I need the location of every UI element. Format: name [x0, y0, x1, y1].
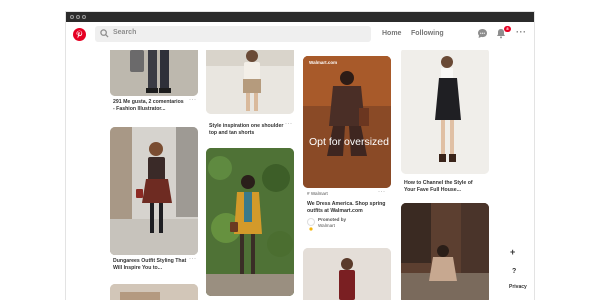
link-icon: #	[307, 191, 310, 196]
promoted-brand-tag: Walmart.com	[309, 60, 338, 65]
pin-more-options-icon[interactable]: ···	[378, 189, 386, 195]
window-close-dot[interactable]	[70, 15, 74, 19]
promoted-by-label: Promoted by	[318, 217, 347, 222]
window-zoom-dot[interactable]	[82, 15, 86, 19]
messages-icon[interactable]	[477, 28, 488, 39]
pin-grid: 291 Me gusta, 2 comentarios - Fashion Il…	[66, 50, 534, 300]
privacy-link[interactable]: Privacy	[509, 284, 527, 290]
promoted-source[interactable]: # Walmart	[307, 191, 328, 196]
pin-more-options-icon[interactable]: ···	[189, 256, 197, 262]
promoted-title[interactable]: We Dress America. Shop spring outfits at…	[307, 201, 385, 214]
help-button[interactable]: ?	[512, 268, 516, 275]
top-header: Search Home Following 8 ···	[66, 22, 534, 50]
promoted-overlay-text: Opt for oversized	[309, 136, 389, 148]
pin-image-red-top[interactable]	[303, 248, 391, 300]
pin-more-options-icon[interactable]: ···	[285, 121, 293, 127]
pinterest-logo-icon[interactable]	[73, 28, 86, 41]
search-icon	[100, 29, 109, 38]
pin-image-yellow-cardigan[interactable]	[206, 148, 294, 296]
search-input[interactable]: Search	[95, 26, 371, 42]
notification-count-badge: 8	[504, 26, 511, 32]
pin-image-partial[interactable]	[110, 284, 198, 300]
pin-more-options-icon[interactable]: ···	[189, 97, 197, 103]
add-pin-button[interactable]: +	[510, 247, 515, 257]
pin-image-one-shoulder-top[interactable]	[206, 50, 294, 114]
window-minimize-dot[interactable]	[76, 15, 80, 19]
pin-title[interactable]: 291 Me gusta, 2 comentarios - Fashion Il…	[113, 99, 184, 112]
search-placeholder: Search	[113, 29, 137, 36]
more-options-icon[interactable]: ···	[516, 27, 527, 37]
pin-image-black-dress[interactable]	[401, 50, 489, 174]
pin-title[interactable]: Style inspiration one shoulder top and t…	[209, 123, 283, 136]
nav-home-link[interactable]: Home	[382, 30, 401, 37]
pin-image-legs-bag[interactable]	[110, 50, 198, 96]
promoted-pin-image[interactable]: Walmart.com Opt for oversized	[303, 56, 391, 188]
pin-title[interactable]: Dungarees Outfit Styling That Will Inspi…	[113, 258, 186, 271]
window-titlebar	[66, 12, 534, 22]
pin-title[interactable]: How to Channel the Style of Your Fave Fu…	[404, 180, 473, 193]
advertiser-name[interactable]: Walmart	[318, 223, 335, 228]
pin-image-stoop-sitting[interactable]	[401, 203, 489, 300]
nav-following-link[interactable]: Following	[411, 30, 444, 37]
walmart-spark-icon[interactable]	[307, 218, 315, 231]
browser-window: Search Home Following 8 ··· 291 Me gusta…	[66, 12, 534, 300]
pin-image-dungarees[interactable]	[110, 127, 198, 255]
